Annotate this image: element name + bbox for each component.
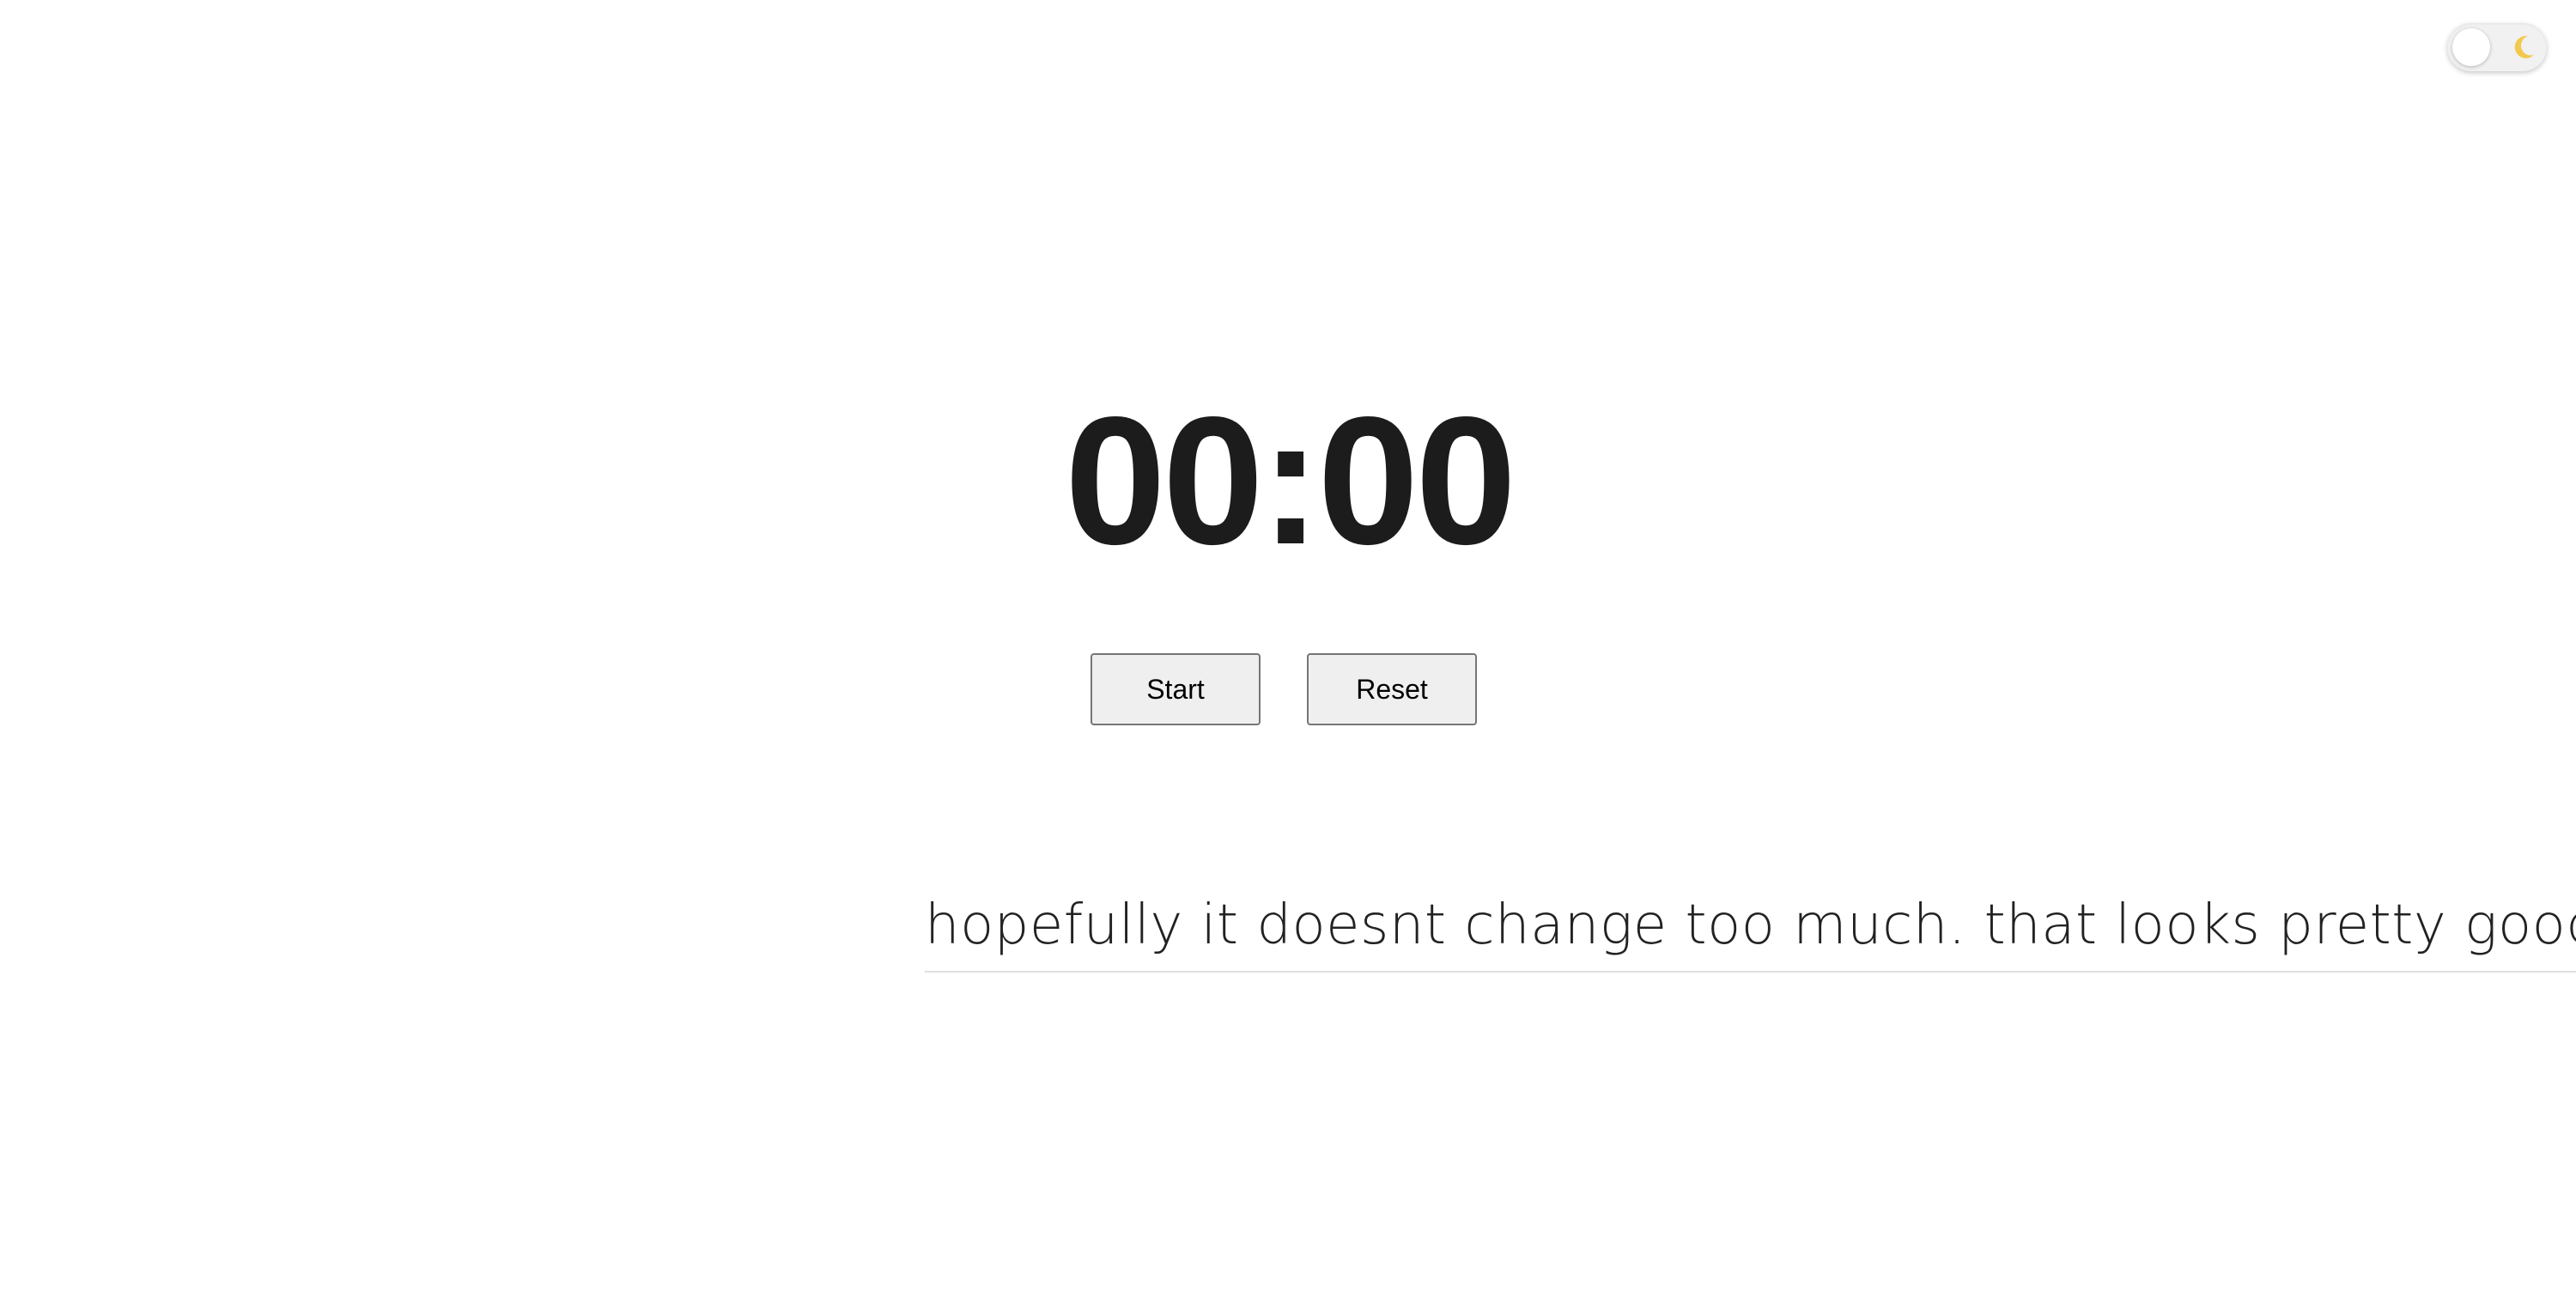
moon-icon bbox=[2514, 35, 2534, 58]
reset-button[interactable]: Reset bbox=[1307, 653, 1477, 725]
start-button[interactable]: Start bbox=[1091, 653, 1261, 725]
scrolling-text: hopefully it doesnt change too much. tha… bbox=[925, 894, 2576, 957]
toggle-knob bbox=[2452, 28, 2490, 66]
timer-display: 00:00 bbox=[1065, 379, 1516, 582]
text-divider bbox=[925, 971, 2576, 973]
dark-mode-toggle[interactable] bbox=[2447, 23, 2547, 71]
